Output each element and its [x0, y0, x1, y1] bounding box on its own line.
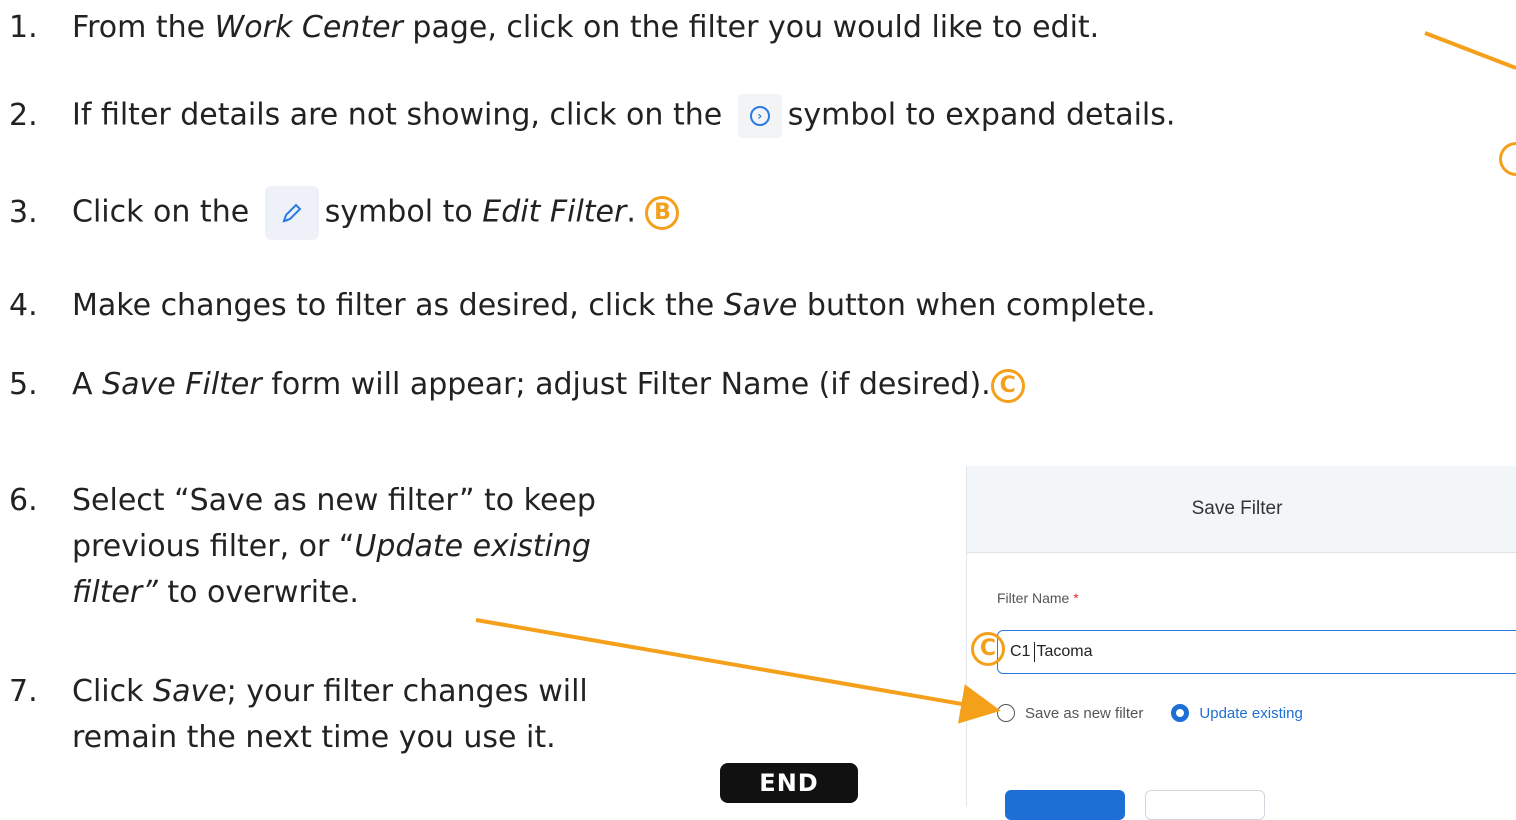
marker-c: C: [990, 368, 1025, 403]
step-1: 1. From the Work Center page, click on th…: [9, 10, 1100, 45]
radio-update-existing[interactable]: Update existing: [1171, 704, 1303, 722]
dialog-title: Save Filter: [967, 466, 1516, 553]
step-2: 2. If filter details are not showing, cli…: [0, 94, 1175, 138]
step-6: 6. Select “Save as new filter” to keep pr…: [9, 483, 596, 610]
step-4: 4. Make changes to filter as desired, cli…: [9, 288, 1156, 323]
arrow-step1: [1424, 31, 1516, 70]
step-7: 7. Click Save; your filter changes will r…: [9, 674, 588, 755]
filter-name-label: Filter Name *: [997, 590, 1079, 606]
save-filter-dialog: Save Filter Filter Name * C1 Tacoma Save …: [966, 466, 1516, 820]
step-3: 3. Click on the symbol to Edit Filter. B: [0, 186, 680, 240]
radio-selected-icon: [1171, 704, 1190, 722]
step-5: 5. A Save Filter form will appear; adjust…: [0, 365, 1025, 405]
instruction-slide: 1. From the Work Center page, click on th…: [0, 0, 1516, 820]
marker-partial-edge: [1499, 142, 1516, 176]
filter-name-input[interactable]: C1 Tacoma: [997, 630, 1516, 674]
marker-b: B: [645, 196, 680, 230]
radio-save-as-new[interactable]: Save as new filter: [997, 704, 1143, 722]
radio-circle-icon: [997, 704, 1015, 722]
pencil-edit-icon: [282, 203, 302, 223]
expand-details-icon-box[interactable]: ›: [737, 94, 782, 138]
expand-details-icon: ›: [749, 106, 770, 126]
save-mode-radio-group: Save as new filter Update existing: [997, 704, 1331, 722]
text-caret: [1034, 642, 1036, 662]
marker-c-field: C: [971, 632, 1005, 666]
end-badge: END: [720, 763, 858, 803]
pencil-edit-icon-box[interactable]: [264, 186, 319, 240]
